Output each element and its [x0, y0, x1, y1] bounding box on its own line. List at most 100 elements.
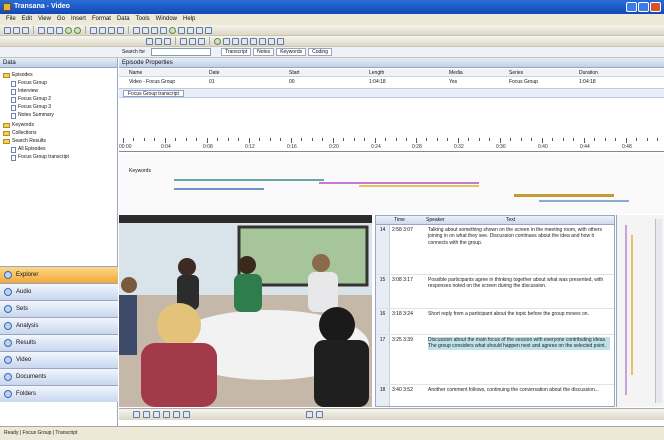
volume-icon[interactable] — [306, 411, 313, 418]
keyword-timeline[interactable]: Keywords — [119, 154, 664, 214]
outdent-icon[interactable] — [268, 37, 275, 45]
align-left-icon[interactable] — [180, 37, 187, 45]
bold-icon[interactable] — [146, 37, 153, 45]
search-icon[interactable] — [99, 26, 106, 34]
stop-icon[interactable] — [142, 26, 149, 34]
column-header[interactable]: Media — [449, 69, 509, 76]
list-icon[interactable] — [250, 37, 257, 45]
tree-item[interactable]: Focus Group 2 — [11, 96, 51, 103]
column-header[interactable]: Speaker — [426, 216, 445, 225]
nav-results[interactable]: Results — [0, 334, 118, 351]
nav-folders[interactable]: Folders — [0, 385, 118, 402]
tab-coding[interactable]: Coding — [308, 48, 332, 56]
timecode-icon[interactable] — [214, 37, 221, 45]
chart-icon[interactable] — [178, 26, 185, 34]
open-icon[interactable] — [13, 26, 20, 34]
copy-icon[interactable] — [47, 26, 54, 34]
keyword-bar[interactable] — [514, 194, 614, 197]
align-center-icon[interactable] — [189, 37, 196, 45]
transcript-panel[interactable]: Time Speaker Text 14 2:58 3:07 Talking a… — [375, 215, 615, 407]
column-header[interactable]: Start — [289, 69, 369, 76]
tree-item[interactable]: Interview — [11, 88, 38, 95]
transcript-row[interactable]: 14 2:58 3:07 Talking about something sho… — [376, 225, 614, 275]
column-header[interactable]: Series — [509, 69, 579, 76]
minimize-button[interactable] — [626, 2, 637, 12]
undo-icon[interactable] — [65, 26, 72, 34]
annotation-strip[interactable] — [616, 215, 664, 407]
search-input[interactable] — [151, 48, 212, 56]
save-icon[interactable] — [22, 26, 29, 34]
fast-forward-icon[interactable] — [173, 411, 180, 418]
table-row[interactable]: Video - Focus Group 01 00 1:04:18 Yes Fo… — [119, 78, 664, 86]
link-icon[interactable] — [169, 26, 176, 34]
time-ruler[interactable]: 00:00 0:04 0:08 0:12 0:16 0:20 0:24 0:28 0:32 0:3… — [119, 138, 664, 152]
keyword-bar[interactable] — [359, 185, 479, 187]
keyword-bar[interactable] — [539, 200, 629, 202]
close-button[interactable] — [650, 2, 661, 12]
tab-transcript[interactable]: Transcript — [221, 48, 252, 56]
tree-item-episodes[interactable]: Episodes — [3, 72, 33, 79]
maximize-button[interactable] — [638, 2, 649, 12]
filter-icon[interactable] — [196, 26, 203, 34]
menu-format[interactable]: Format — [92, 14, 111, 25]
record-icon[interactable] — [151, 26, 158, 34]
tree-item-collections[interactable]: Collections — [3, 130, 36, 137]
pause-icon[interactable] — [153, 411, 160, 418]
align-right-icon[interactable] — [198, 37, 205, 45]
speed-icon[interactable] — [316, 411, 323, 418]
play-icon[interactable] — [133, 26, 140, 34]
column-header[interactable]: Name — [119, 69, 209, 76]
paste-icon[interactable] — [56, 26, 63, 34]
play-icon[interactable] — [143, 411, 150, 418]
nav-documents[interactable]: Documents — [0, 368, 118, 385]
nav-audio[interactable]: Audio — [0, 283, 118, 300]
indent-icon[interactable] — [259, 37, 266, 45]
column-header[interactable]: Text — [506, 216, 515, 225]
grid-icon[interactable] — [117, 26, 124, 34]
transcript-row[interactable]: 16 3:18 3:24 Short reply from a particip… — [376, 309, 614, 335]
menu-view[interactable]: View — [38, 14, 51, 25]
selection-label[interactable]: Focus Group transcript — [123, 90, 184, 97]
menu-help[interactable]: Help — [183, 14, 195, 25]
scrollbar[interactable] — [655, 219, 662, 403]
tree-item[interactable]: All Episodes — [11, 146, 46, 153]
tree-item-search-results[interactable]: Search Results — [3, 138, 46, 145]
zoom-icon[interactable] — [108, 26, 115, 34]
redo-icon[interactable] — [74, 26, 81, 34]
menu-data[interactable]: Data — [117, 14, 130, 25]
tree-item[interactable]: Focus Group — [11, 80, 47, 87]
column-header[interactable]: Date — [209, 69, 289, 76]
new-icon[interactable] — [4, 26, 11, 34]
menu-go[interactable]: Go — [57, 14, 65, 25]
menu-window[interactable]: Window — [156, 14, 177, 25]
cut-icon[interactable] — [38, 26, 45, 34]
highlight-icon[interactable] — [232, 37, 239, 45]
rewind-icon[interactable] — [133, 411, 140, 418]
help-icon[interactable] — [277, 37, 284, 45]
tree-item[interactable]: Focus Group transcript — [11, 154, 69, 161]
speaker-icon[interactable] — [223, 37, 230, 45]
table-icon[interactable] — [187, 26, 194, 34]
transcript-row-selected[interactable]: 17 3:25 3:39 Discussion about the main f… — [376, 335, 614, 385]
tab-notes[interactable]: Notes — [253, 48, 275, 56]
loop-icon[interactable] — [183, 411, 190, 418]
column-header[interactable]: Duration — [579, 69, 639, 76]
color-icon[interactable] — [241, 37, 248, 45]
nav-analysis[interactable]: Analysis — [0, 317, 118, 334]
nav-explorer[interactable]: Explorer — [0, 266, 118, 283]
marker-icon[interactable] — [160, 26, 167, 34]
video-player[interactable] — [119, 215, 372, 407]
menu-file[interactable]: File — [6, 14, 16, 25]
column-header[interactable]: Length — [369, 69, 449, 76]
underline-icon[interactable] — [164, 37, 171, 45]
nav-video[interactable]: Video — [0, 351, 118, 368]
keyword-bar[interactable] — [174, 188, 264, 190]
menu-edit[interactable]: Edit — [22, 14, 32, 25]
tree-item-keywords[interactable]: Keywords — [3, 122, 34, 129]
tree-item[interactable]: Notes Summary — [11, 112, 54, 119]
tree-item[interactable]: Focus Group 3 — [11, 104, 51, 111]
keyword-bar[interactable] — [319, 182, 479, 184]
stop-icon[interactable] — [163, 411, 170, 418]
transcript-row[interactable]: 18 3:40 3:52 Another comment follows, co… — [376, 385, 614, 406]
menu-insert[interactable]: Insert — [71, 14, 86, 25]
